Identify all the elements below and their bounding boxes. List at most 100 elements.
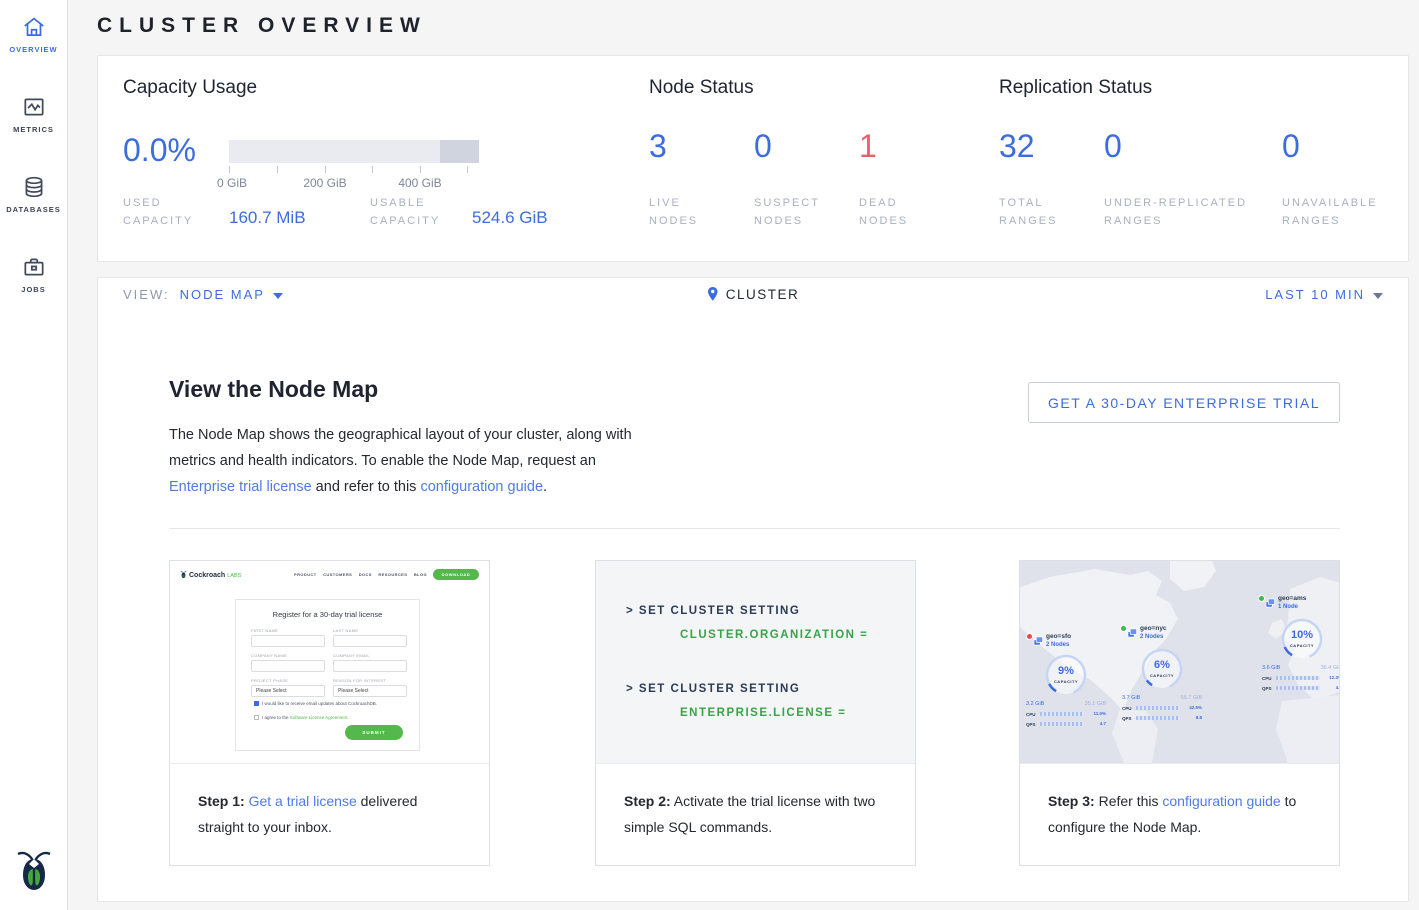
capacity-bar-chart [229,140,479,163]
sidebar-item-label: METRICS [0,125,67,134]
dead-nodes-label: DEADNODES [859,194,908,230]
step3-card: geo=sfo 2 Nodes 9% CAPACITY 3.2 GiB35.1 … [1019,560,1340,866]
locality-name: geo=sfo [1046,633,1071,640]
registration-page-thumbnail: CockroachLABS PRODUCT CUSTOMERS DOCS RES… [170,561,489,763]
step1-caption: Step 1: Get a trial license delivered st… [170,763,489,865]
company-name-input [251,660,325,672]
usable-capacity-value: 524.6 GiB [472,208,548,228]
nodes-stack-icon [1265,597,1276,608]
capacity-percent: 0.0% [123,132,196,169]
qps-bar [1040,722,1084,726]
description-text: and refer to this [312,479,421,495]
license-agreement-checkbox: I agree to the Software License Agreemen… [254,715,349,720]
enterprise-trial-license-link[interactable]: Enterprise trial license [169,479,312,495]
locality-node-count: 1 Node [1278,604,1298,610]
site-nav-links: PRODUCT CUSTOMERS DOCS RESOURCES BLOG [294,572,427,577]
suspect-nodes-label: SUSPECTNODES [754,194,820,230]
get-trial-license-link[interactable]: Get a trial license [249,793,357,809]
field-label: LAST NAME [333,628,407,633]
cpu-bar [1136,706,1180,710]
cockroach-labs-logo [0,845,67,898]
cluster-summary-panel: Capacity Usage 0.0% 0 GiB 200 GiB 400 Gi… [97,55,1409,262]
used-capacity-label: USEDCAPACITY [123,194,193,230]
capacity-usage-title: Capacity Usage [123,77,257,99]
cockroach-labs-wordmark: CockroachLABS [180,570,241,579]
sidebar-item-overview[interactable]: OVERVIEW [0,14,67,54]
submit-button: SUBMIT [345,725,403,740]
cluster-overview-page: OVERVIEW METRICS DATABASES JOBS [0,0,1419,910]
status-dot-green-icon [1258,595,1265,602]
total-ranges-value: 32 [999,128,1035,165]
last-name-input [333,635,407,647]
capacity-label: CAPACITY [1280,643,1324,648]
cockroach-bug-icon [180,570,187,579]
step2-card: > SET CLUSTER SETTING CLUSTER.ORGANIZATI… [595,560,916,866]
home-icon [21,14,47,40]
promo-description: The Node Map shows the geographical layo… [169,422,641,500]
view-selector[interactable]: NODE MAP [180,287,265,302]
field-label: FIRST NAME [251,628,325,633]
locality-node-count: 2 Nodes [1140,634,1163,640]
locality-name: geo=ams [1278,595,1306,602]
axis-tick-label: 400 GiB [398,176,441,190]
sidebar-item-databases[interactable]: DATABASES [0,174,67,214]
capacity-percent: 6% [1140,659,1184,671]
capacity-gauge: 9% CAPACITY [1044,653,1088,697]
configuration-guide-link[interactable]: configuration guide [420,479,543,495]
sql-code-block: > SET CLUSTER SETTING CLUSTER.ORGANIZATI… [596,561,915,763]
cpu-bar [1276,676,1320,680]
time-range-selector[interactable]: LAST 10 MIN [1265,287,1383,302]
step3-caption: Step 3: Refer this configuration guide t… [1020,763,1339,865]
capacity-values: 3.7 GiB65.7 GiB [1122,695,1202,701]
locality-sfo: geo=sfo 2 Nodes 9% CAPACITY 3.2 GiB35.1 … [1026,633,1112,651]
form-title: Register for a 30-day trial license [236,610,419,619]
sidebar-item-jobs[interactable]: JOBS [0,254,67,294]
step1-label: Step 1: [198,793,245,809]
chevron-down-icon[interactable] [273,293,283,299]
sql-setting-line: ENTERPRISE.LICENSE = [680,707,846,719]
capacity-label: CAPACITY [1140,673,1184,678]
suspect-nodes-value: 0 [754,128,772,165]
sidebar-item-label: DATABASES [0,205,67,214]
download-button: DOWNLOAD [433,569,479,580]
sidebar: OVERVIEW METRICS DATABASES JOBS [0,0,68,910]
project-phase-select: Please Select [251,685,325,697]
sidebar-item-metrics[interactable]: METRICS [0,94,67,134]
step3-label: Step 3: [1048,793,1095,809]
scope-indicator: CLUSTER [707,286,800,302]
locality-name: geo=nyc [1140,625,1167,632]
scope-label: CLUSTER [726,287,800,302]
node-map-preview: geo=sfo 2 Nodes 9% CAPACITY 3.2 GiB35.1 … [1020,561,1339,763]
capacity-percent: 10% [1280,629,1324,641]
capacity-values: 3.2 GiB35.1 GiB [1026,701,1106,707]
field-label: COMPANY NAME [251,653,325,658]
under-replicated-ranges-value: 0 [1104,128,1122,165]
briefcase-icon [21,254,47,280]
sql-prompt-line: > SET CLUSTER SETTING [626,605,800,617]
unavailable-ranges-value: 0 [1282,128,1300,165]
replication-status-title: Replication Status [999,77,1152,99]
configuration-guide-link[interactable]: configuration guide [1162,793,1280,809]
promo-title: View the Node Map [169,376,378,403]
map-pin-icon [707,286,719,302]
step1-card: CockroachLABS PRODUCT CUSTOMERS DOCS RES… [169,560,490,866]
capacity-gauge: 10% CAPACITY [1280,617,1324,661]
cpu-bar [1040,712,1084,716]
section-divider [169,528,1340,529]
checkbox-icon [254,715,259,720]
trial-registration-form: Register for a 30-day trial license FIRS… [235,599,420,751]
capacity-values: 3.6 GiB36.4 GiB [1262,665,1339,671]
description-text: The Node Map shows the geographical layo… [169,427,632,469]
locality-node-count: 2 Nodes [1046,642,1069,648]
capacity-bar-segment [440,140,479,163]
total-ranges-label: TOTALRANGES [999,194,1057,230]
axis-tick-label: 0 GiB [217,176,247,190]
view-bar: VIEW: NODE MAP CLUSTER LAST 10 MIN [97,277,1409,311]
live-nodes-label: LIVENODES [649,194,698,230]
qps-bar [1276,686,1320,690]
dead-nodes-value: 1 [859,128,877,165]
get-enterprise-trial-button[interactable]: GET A 30-DAY ENTERPRISE TRIAL [1028,382,1340,423]
capacity-label: CAPACITY [1044,679,1088,684]
metrics-icon [21,94,47,120]
view-label: VIEW: [123,287,170,302]
